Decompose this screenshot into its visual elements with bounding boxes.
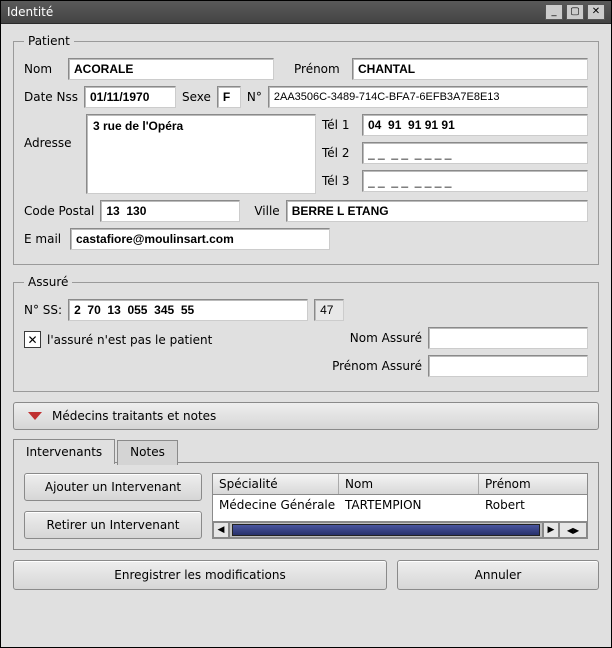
tab-notes[interactable]: Notes: [117, 440, 178, 465]
scroll-thumb[interactable]: [232, 524, 540, 536]
table-row[interactable]: Médecine Générale TARTEMPION Robert: [213, 495, 587, 515]
tel1-label: Tél 1: [322, 118, 356, 132]
patient-group: Patient Nom Prénom Date Nss Sexe N° Adre…: [13, 34, 599, 265]
cp-label: Code Postal: [24, 204, 94, 218]
intervenants-table: Spécialité Nom Prénom Médecine Générale …: [212, 473, 588, 539]
tel3-label: Tél 3: [322, 174, 356, 188]
scroll-right-icon[interactable]: ▶: [543, 522, 559, 538]
chevron-down-icon: [28, 412, 42, 420]
add-intervenant-button[interactable]: Ajouter un Intervenant: [24, 473, 202, 501]
nom-label: Nom: [24, 62, 62, 76]
remove-intervenant-button[interactable]: Retirer un Intervenant: [24, 511, 202, 539]
prenom-field[interactable]: [352, 58, 588, 80]
nom-assure-field[interactable]: [428, 327, 588, 349]
titlebar[interactable]: Identité _ ▢ ✕: [1, 1, 611, 24]
n-field[interactable]: [268, 86, 588, 108]
sexe-field[interactable]: [217, 86, 241, 108]
datenss-label: Date Nss: [24, 90, 78, 104]
cell-specialite: Médecine Générale: [213, 495, 339, 515]
adresse-field[interactable]: [86, 114, 316, 194]
cell-nom: TARTEMPION: [339, 495, 479, 515]
assure-legend: Assuré: [24, 275, 72, 289]
nss-label: N° SS:: [24, 303, 62, 317]
col-specialite[interactable]: Spécialité: [213, 474, 339, 494]
email-label: E mail: [24, 232, 64, 246]
identity-window: Identité _ ▢ ✕ Patient Nom Prénom Date N…: [0, 0, 612, 648]
scroll-left-icon[interactable]: ◀: [213, 522, 229, 538]
prenom-assure-field[interactable]: [428, 355, 588, 377]
nss-field[interactable]: [68, 299, 308, 321]
cancel-button[interactable]: Annuler: [397, 560, 599, 590]
maximize-icon[interactable]: ▢: [566, 4, 584, 20]
n-label: N°: [247, 90, 262, 104]
save-button[interactable]: Enregistrer les modifications: [13, 560, 387, 590]
tel2-label: Tél 2: [322, 146, 356, 160]
tel3-field[interactable]: [362, 170, 588, 192]
ville-field[interactable]: [286, 200, 588, 222]
col-prenom[interactable]: Prénom: [479, 474, 587, 494]
tel2-field[interactable]: [362, 142, 588, 164]
close-icon[interactable]: ✕: [587, 4, 605, 20]
ville-label: Ville: [254, 204, 279, 218]
tab-intervenants[interactable]: Intervenants: [13, 439, 115, 464]
patient-legend: Patient: [24, 34, 74, 48]
nss-key-field[interactable]: [314, 299, 344, 321]
col-nom[interactable]: Nom: [339, 474, 479, 494]
prenom-assure-label: Prénom Assuré: [332, 359, 422, 373]
nom-field[interactable]: [68, 58, 274, 80]
hscrollbar[interactable]: ◀ ▶ ◀▶: [213, 521, 587, 538]
medecins-toggle-label: Médecins traitants et notes: [52, 409, 216, 423]
minimize-icon[interactable]: _: [545, 4, 563, 20]
scroll-track[interactable]: [229, 522, 543, 538]
sexe-label: Sexe: [182, 90, 211, 104]
tab-body: Ajouter un Intervenant Retirer un Interv…: [13, 462, 599, 550]
not-patient-label: l'assuré n'est pas le patient: [47, 333, 212, 347]
adresse-label: Adresse: [24, 136, 80, 150]
window-title: Identité: [7, 5, 545, 19]
cell-prenom: Robert: [479, 495, 587, 515]
scroll-step-icon[interactable]: ◀▶: [559, 522, 587, 538]
tel1-field[interactable]: [362, 114, 588, 136]
nom-assure-label: Nom Assuré: [350, 331, 422, 345]
datenss-field[interactable]: [84, 86, 176, 108]
assure-group: Assuré N° SS: ✕ l'assuré n'est pas le pa…: [13, 275, 599, 392]
cp-field[interactable]: [100, 200, 240, 222]
prenom-label: Prénom: [294, 62, 346, 76]
medecins-toggle-button[interactable]: Médecins traitants et notes: [13, 402, 599, 430]
email-field[interactable]: [70, 228, 330, 250]
not-patient-checkbox[interactable]: ✕: [24, 331, 41, 348]
